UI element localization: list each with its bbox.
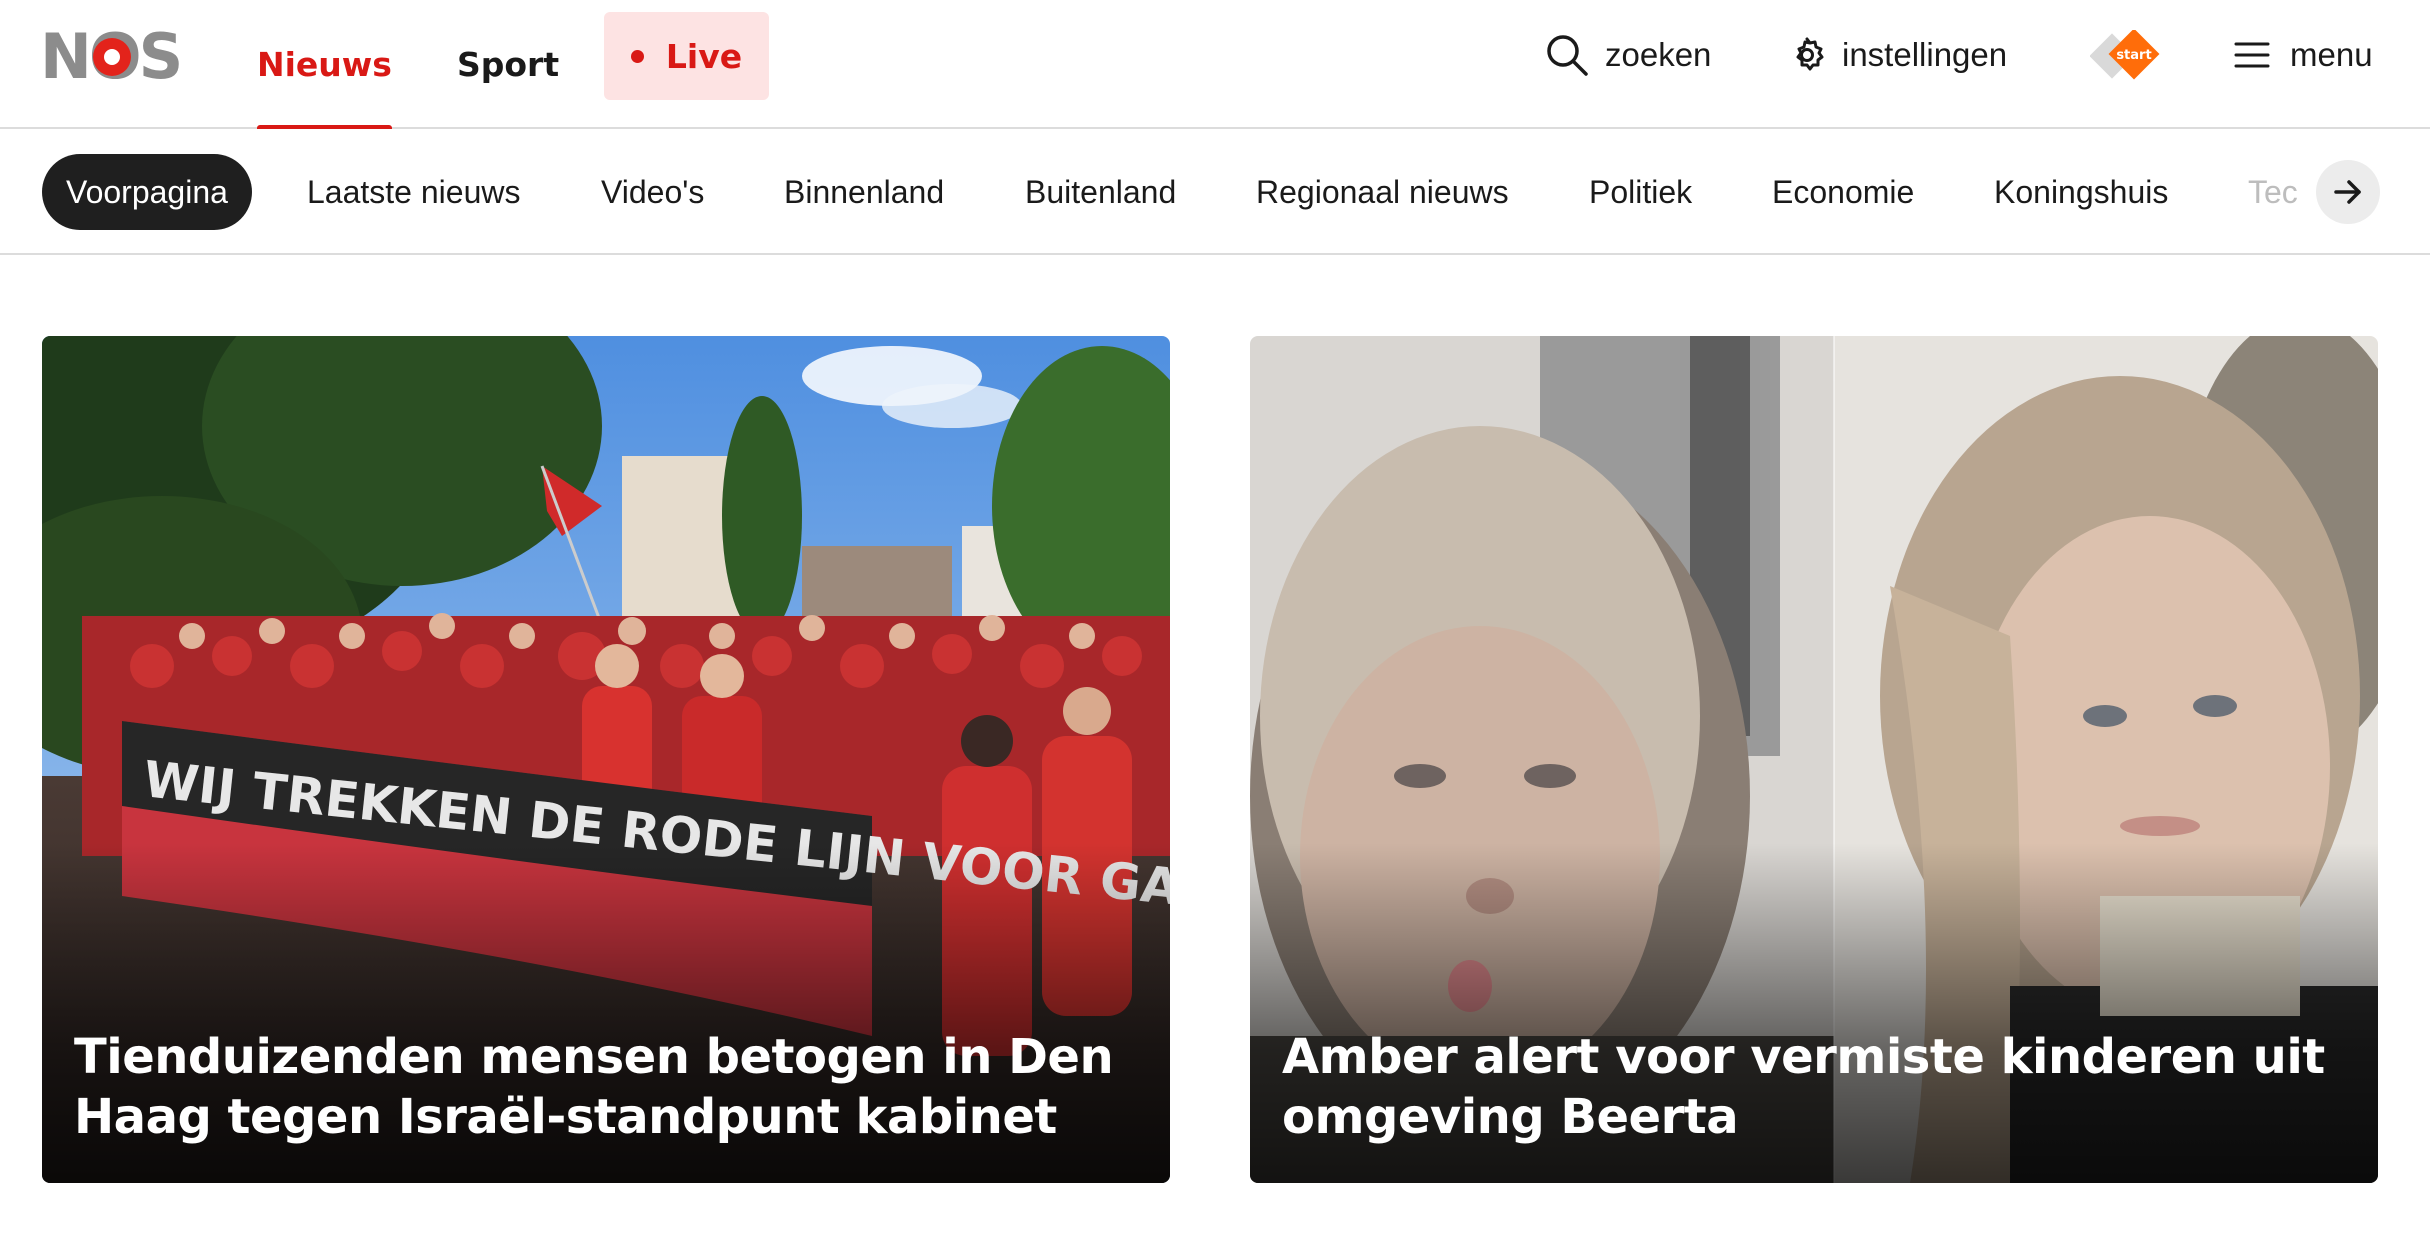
search-label: zoeken xyxy=(1605,36,1712,73)
npo-start-icon[interactable]: start xyxy=(2090,30,2162,84)
category-economie[interactable]: Economie xyxy=(1772,154,1914,230)
category-politiek[interactable]: Politiek xyxy=(1589,154,1692,230)
story-title[interactable]: Tienduizenden mensen betogen in Den Haag… xyxy=(74,1027,1130,1147)
category-voorpagina[interactable]: Voorpagina xyxy=(42,154,252,230)
category-videos[interactable]: Video's xyxy=(601,154,704,230)
nav-sport[interactable]: Sport xyxy=(457,0,559,129)
npo-start-text: start xyxy=(2116,48,2151,63)
live-button[interactable]: Live xyxy=(604,12,769,100)
story-title[interactable]: Amber alert voor vermiste kinderen uit o… xyxy=(1282,1027,2338,1147)
live-label: Live xyxy=(665,36,743,76)
category-regionaal-nieuws[interactable]: Regionaal nieuws xyxy=(1256,154,1509,230)
menu-label: menu xyxy=(2290,36,2373,73)
category-tech[interactable]: Tec xyxy=(2248,154,2298,230)
story-card-amber-alert[interactable]: Amber alert voor vermiste kinderen uit o… xyxy=(1250,336,2378,1183)
category-koningshuis[interactable]: Koningshuis xyxy=(1994,154,2168,230)
nos-logo[interactable]: NOS xyxy=(40,26,182,84)
gear-icon xyxy=(1796,37,1824,71)
search-icon xyxy=(1547,35,1588,76)
search-button[interactable]: zoeken xyxy=(1545,0,1711,110)
live-dot-icon xyxy=(630,49,644,63)
menu-button[interactable]: menu xyxy=(2234,0,2373,110)
site-header: NOS Nieuws Sport Live zoeken instellinge… xyxy=(0,0,2430,131)
nav-nieuws[interactable]: Nieuws xyxy=(257,0,392,131)
category-buitenland[interactable]: Buitenland xyxy=(1025,154,1176,230)
hamburger-icon xyxy=(2234,42,2270,68)
story-card-protest[interactable]: WIJ TREKKEN DE RODE LIJN VOOR GAZA Tiend… xyxy=(42,336,1170,1183)
settings-label: instellingen xyxy=(1842,36,2008,73)
settings-button[interactable]: instellingen xyxy=(1788,0,2007,110)
category-scroll-button[interactable] xyxy=(2316,160,2380,224)
category-laatste-nieuws[interactable]: Laatste nieuws xyxy=(307,154,520,230)
category-bar: Voorpagina Laatste nieuws Video's Binnen… xyxy=(0,129,2430,255)
category-binnenland[interactable]: Binnenland xyxy=(784,154,944,230)
arrow-right-icon xyxy=(2334,180,2361,204)
